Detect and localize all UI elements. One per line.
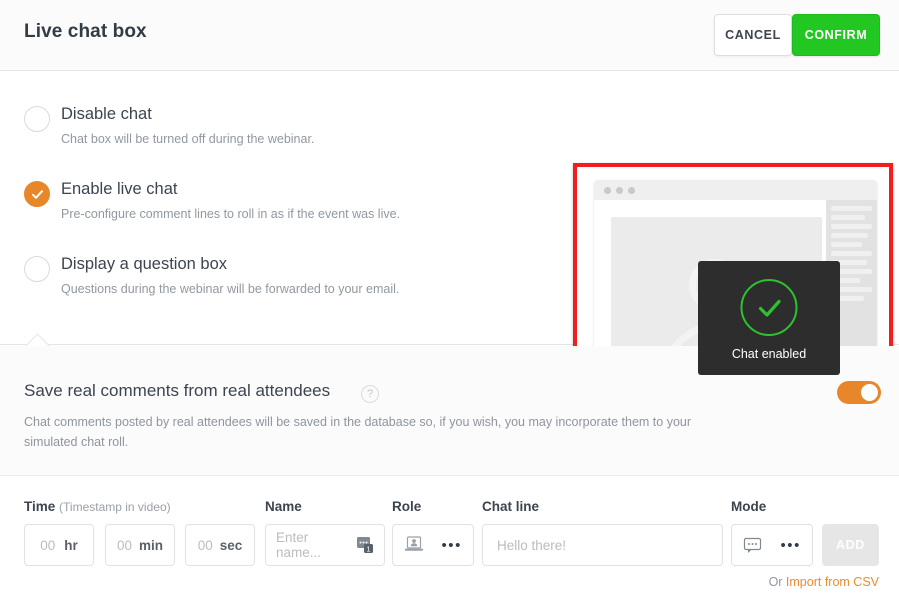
chat-bubble-icon-glyph [743, 537, 762, 553]
minutes-unit: min [139, 537, 164, 553]
seconds-placeholder: 00 [197, 537, 213, 553]
chat-preview-card: Message... Chat enabled [573, 163, 893, 408]
chat-line-label: Chat line [482, 499, 540, 514]
saved-names-icon-glyph: 1 [357, 537, 373, 553]
option-title: Enable live chat [61, 180, 178, 198]
mode-label: Mode [731, 499, 767, 514]
role-label: Role [392, 499, 422, 514]
save-comments-toggle[interactable] [837, 381, 881, 404]
option-title: Display a question box [61, 255, 228, 273]
svg-text:1: 1 [366, 544, 370, 553]
seconds-unit: sec [219, 537, 243, 553]
option-description: Pre-configure comment lines to roll in a… [61, 207, 401, 221]
import-prefix: Or [768, 575, 786, 589]
chat-enabled-tooltip: Chat enabled [698, 261, 840, 375]
option-description: Chat box will be turned off during the w… [61, 132, 315, 146]
toggle-knob [861, 384, 878, 401]
saved-names-icon[interactable]: 1 [357, 537, 374, 553]
success-check-icon [740, 279, 798, 336]
save-comments-description: Chat comments posted by real attendees w… [24, 415, 692, 449]
chat-options-section: Disable chat Chat box will be turned off… [0, 71, 899, 408]
import-row: Or Import from CSV [769, 575, 879, 589]
name-placeholder: Enter name... [276, 530, 322, 560]
save-comments-title: Save real comments from real attendees [24, 381, 331, 400]
chat-line-form: Time (Timestamp in video) 00 hr 00 min 0… [0, 477, 899, 608]
hours-unit: hr [64, 537, 78, 553]
cancel-button[interactable]: CANCEL [714, 14, 792, 56]
seconds-input[interactable]: 00 sec [185, 524, 255, 566]
mode-selector[interactable]: ••• [731, 524, 813, 566]
chat-line-input[interactable]: Hello there! [482, 524, 723, 566]
minutes-input[interactable]: 00 min [105, 524, 175, 566]
minutes-placeholder: 00 [116, 537, 132, 553]
page-header: Live chat box CANCEL CONFIRM [0, 0, 899, 71]
page-title: Live chat box [24, 21, 147, 42]
time-label-text: Time [24, 499, 56, 514]
chat-bubble-icon[interactable] [743, 537, 763, 554]
name-label: Name [265, 499, 302, 514]
name-input[interactable]: Enter name... 1 [265, 524, 385, 566]
option-description: Questions during the webinar will be for… [61, 282, 400, 296]
option-title: Disable chat [61, 105, 152, 123]
attendee-role-icon-glyph [404, 536, 424, 551]
hours-input[interactable]: 00 hr [24, 524, 94, 566]
mode-more-options-icon[interactable]: ••• [780, 538, 801, 553]
radio-display-question-box[interactable] [24, 256, 50, 282]
check-icon [31, 189, 43, 199]
browser-mockup: Message... Chat enabled [594, 180, 877, 393]
time-label: Time (Timestamp in video) [24, 499, 171, 514]
radio-enable-live-chat[interactable] [24, 181, 50, 207]
hours-placeholder: 00 [40, 537, 56, 553]
chat-line-placeholder: Hello there! [497, 537, 567, 553]
confirm-button[interactable]: CONFIRM [792, 14, 880, 56]
role-more-options-icon[interactable]: ••• [441, 538, 462, 553]
tooltip-label: Chat enabled [731, 347, 807, 361]
import-from-csv-link[interactable]: Import from CSV [786, 575, 879, 589]
radio-disable-chat[interactable] [24, 106, 50, 132]
check-icon [758, 299, 781, 317]
role-selector[interactable]: ••• [392, 524, 474, 566]
section-notch [24, 332, 50, 346]
attendee-role-icon[interactable] [404, 536, 424, 554]
add-button[interactable]: ADD [822, 524, 879, 566]
help-icon[interactable]: ? [361, 385, 379, 403]
time-sub-label: (Timestamp in video) [59, 500, 171, 514]
